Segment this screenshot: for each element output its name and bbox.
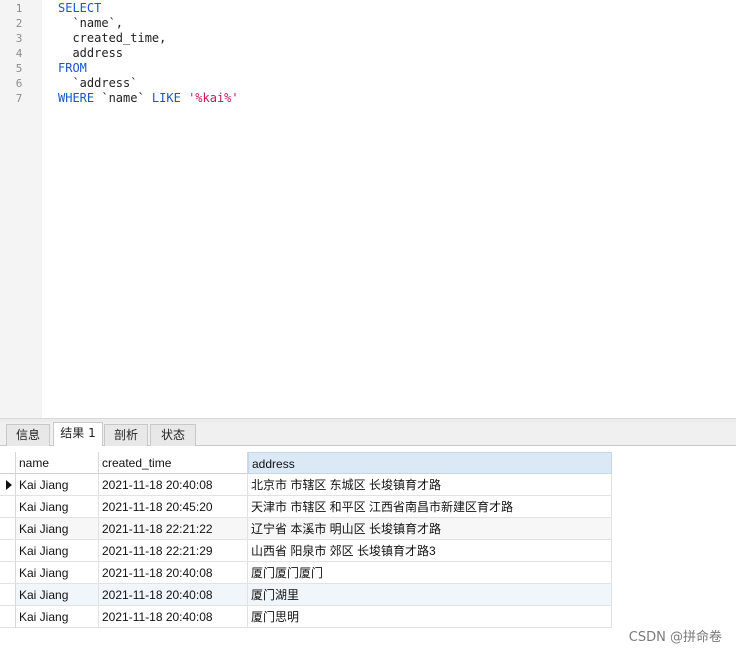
code-line[interactable]: 5 FROM <box>0 61 736 76</box>
row-indicator[interactable] <box>0 518 16 540</box>
column-header-created-time[interactable]: created_time <box>99 452 248 474</box>
code-text[interactable]: created_time, <box>58 31 166 46</box>
code-token: created_time, <box>58 31 167 45</box>
table-row[interactable]: Kai Jiang 2021-11-18 20:40:08 厦门思明 <box>0 606 612 628</box>
line-number: 5 <box>15 62 23 75</box>
line-number: 7 <box>15 92 23 105</box>
result-grid[interactable]: name created_time address Kai Jiang 2021-… <box>0 446 736 651</box>
row-indicator[interactable] <box>0 496 16 518</box>
row-indicator[interactable] <box>0 584 16 606</box>
row-indicator[interactable] <box>0 540 16 562</box>
cell-address[interactable]: 厦门厦门厦门 <box>248 562 612 584</box>
tab-profile[interactable]: 剖析 <box>104 424 148 446</box>
code-text[interactable]: `name`, <box>58 16 123 31</box>
cell-address[interactable]: 山西省 阳泉市 郊区 长埈镇育才路3 <box>248 540 612 562</box>
code-token: `address` <box>58 76 138 90</box>
table-row[interactable]: Kai Jiang 2021-11-18 22:21:29 山西省 阳泉市 郊区 长… <box>0 540 612 562</box>
cell-created-time[interactable]: 2021-11-18 20:40:08 <box>99 562 248 584</box>
current-row-arrow-icon <box>6 480 12 490</box>
code-line[interactable]: 3 created_time, <box>0 31 736 46</box>
code-token: '%kai%' <box>188 91 239 105</box>
code-text[interactable]: FROM <box>58 61 87 76</box>
code-token: FROM <box>58 61 87 75</box>
cell-address[interactable]: 厦门湖里 <box>248 584 612 606</box>
code-text[interactable]: address <box>58 46 123 61</box>
cell-address[interactable]: 辽宁省 本溪市 明山区 长埈镇育才路 <box>248 518 612 540</box>
code-token: WHERE <box>58 91 95 105</box>
row-indicator[interactable] <box>0 606 16 628</box>
tab-result-1[interactable]: 结果 1 <box>53 422 103 447</box>
cell-name[interactable]: Kai Jiang <box>16 518 99 540</box>
cell-name[interactable]: Kai Jiang <box>16 496 99 518</box>
cell-name[interactable]: Kai Jiang <box>16 540 99 562</box>
line-number: 6 <box>15 77 23 90</box>
column-header-name[interactable]: name <box>16 452 99 474</box>
line-number: 2 <box>15 17 23 30</box>
code-text[interactable]: `address` <box>58 76 137 91</box>
cell-name[interactable]: Kai Jiang <box>16 584 99 606</box>
cell-name[interactable]: Kai Jiang <box>16 606 99 628</box>
code-text[interactable]: SELECT <box>58 1 101 16</box>
line-number: 1 <box>15 2 23 15</box>
cell-created-time[interactable]: 2021-11-18 22:21:29 <box>99 540 248 562</box>
code-token: LIKE <box>151 91 181 105</box>
table-row[interactable]: Kai Jiang 2021-11-18 20:40:08 厦门湖里 <box>0 584 612 606</box>
grid-header: name created_time address <box>0 452 612 474</box>
sql-editor[interactable]: 1 SELECT 2 `name`, 3 created_time, 4 address… <box>0 0 736 418</box>
code-text[interactable]: WHERE `name` LIKE '%kai%' <box>58 91 239 106</box>
code-line[interactable]: 1 SELECT <box>0 1 736 16</box>
cell-address[interactable]: 北京市 市辖区 东城区 长埈镇育才路 <box>248 474 612 496</box>
cell-name[interactable]: Kai Jiang <box>16 562 99 584</box>
result-tab-bar: 信息 结果 1 剖析 状态 <box>0 422 736 447</box>
header-indicator <box>0 452 16 474</box>
tab-info[interactable]: 信息 <box>6 424 50 446</box>
watermark: CSDN @拼命卷 <box>628 630 722 645</box>
code-token: `name` <box>94 91 152 105</box>
table-row[interactable]: Kai Jiang 2021-11-18 20:40:08 北京市 市辖区 东城区 … <box>0 474 612 496</box>
code-line[interactable]: 4 address <box>0 46 736 61</box>
table-row[interactable]: Kai Jiang 2021-11-18 22:21:22 辽宁省 本溪市 明山区 … <box>0 518 612 540</box>
cell-created-time[interactable]: 2021-11-18 20:45:20 <box>99 496 248 518</box>
code-line[interactable]: 7 WHERE `name` LIKE '%kai%' <box>0 91 736 106</box>
cell-created-time[interactable]: 2021-11-18 20:40:08 <box>99 584 248 606</box>
tab-status[interactable]: 状态 <box>150 424 196 446</box>
column-header-address[interactable]: address <box>248 452 612 474</box>
table-row[interactable]: Kai Jiang 2021-11-18 20:45:20 天津市 市辖区 和平区 … <box>0 496 612 518</box>
code-line[interactable]: 2 `name`, <box>0 16 736 31</box>
code-token: `name`, <box>58 16 124 30</box>
cell-created-time[interactable]: 2021-11-18 20:40:08 <box>99 606 248 628</box>
row-indicator[interactable] <box>0 474 16 496</box>
cell-name[interactable]: Kai Jiang <box>16 474 99 496</box>
cell-created-time[interactable]: 2021-11-18 20:40:08 <box>99 474 248 496</box>
cell-address[interactable]: 天津市 市辖区 和平区 江西省南昌市新建区育才路 <box>248 496 612 518</box>
cell-created-time[interactable]: 2021-11-18 22:21:22 <box>99 518 248 540</box>
line-number: 3 <box>15 32 23 45</box>
table-row[interactable]: Kai Jiang 2021-11-18 20:40:08 厦门厦门厦门 <box>0 562 612 584</box>
cell-address[interactable]: 厦门思明 <box>248 606 612 628</box>
code-line[interactable]: 6 `address` <box>0 76 736 91</box>
row-indicator[interactable] <box>0 562 16 584</box>
code-token: address <box>58 46 124 60</box>
line-number: 4 <box>15 47 23 60</box>
code-token: SELECT <box>58 1 102 15</box>
